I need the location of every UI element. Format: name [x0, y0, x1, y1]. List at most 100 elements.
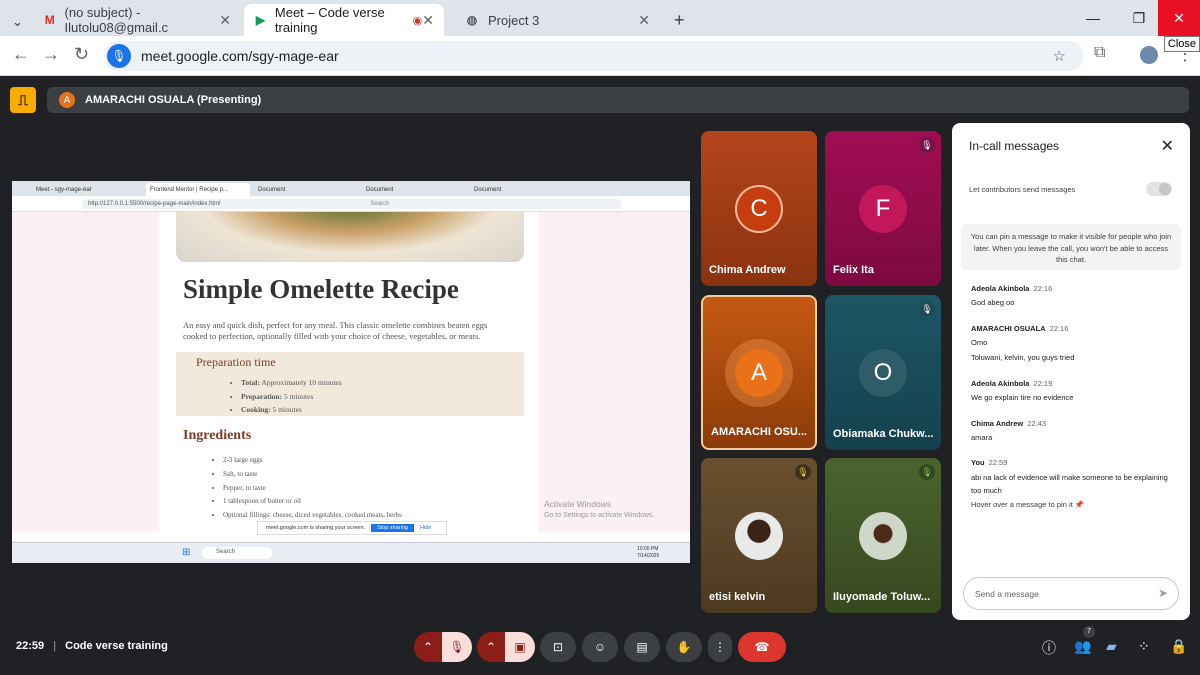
- message-text: God abeg oo: [971, 298, 1015, 307]
- video-options-button[interactable]: ⌃: [477, 632, 505, 662]
- muted-icon: 🎙: [919, 464, 935, 480]
- presenter-avatar: A: [59, 92, 75, 108]
- gmail-icon: M: [44, 13, 55, 27]
- bookmark-star-icon[interactable]: ☆: [1053, 47, 1066, 65]
- reactions-button[interactable]: ☺: [582, 632, 618, 662]
- message-sender: Chima Andrew: [971, 419, 1024, 428]
- leave-call-button[interactable]: ☎: [738, 632, 786, 662]
- extensions-icon[interactable]: ⧉: [1094, 44, 1105, 62]
- chat-message[interactable]: AMARACHI OSUALA 22:16 Omo Toluwani, kelvi…: [971, 324, 1074, 362]
- close-icon[interactable]: ✕: [219, 12, 231, 29]
- tab-search-button[interactable]: ⌄: [2, 6, 32, 38]
- participant-name: Chima Andrew: [709, 264, 786, 276]
- contributors-toggle[interactable]: [1146, 182, 1172, 196]
- shared-tab: Frontend Mentor | Recipe p...: [146, 183, 250, 196]
- prep-item: Cooking: 5 minutes: [241, 403, 342, 417]
- activities-icon[interactable]: ⁘: [1138, 638, 1150, 655]
- shared-address-bar: http://127.0.0.1:5500/recipe-page-main/i…: [12, 196, 690, 212]
- new-tab-button[interactable]: +: [664, 4, 695, 36]
- chat-message[interactable]: Chima Andrew 22:43 amara: [971, 419, 1046, 442]
- minimize-button[interactable]: —: [1070, 0, 1116, 36]
- close-icon[interactable]: ✕: [422, 12, 434, 29]
- shared-screen: Meet - sgy-mage-ear Frontend Mentor | Re…: [12, 181, 690, 563]
- browser-tab-strip: ⌄ M (no subject) - Ilutolu08@gmail.c ✕ ▶…: [0, 0, 1200, 36]
- chat-message[interactable]: You 22:59 abi na lack of evidence will ma…: [971, 458, 1176, 509]
- watermark-subtitle: Go to Settings to activate Windows.: [544, 512, 655, 519]
- recipe-card: Simple Omelette Recipe An easy and quick…: [159, 212, 539, 532]
- participant-photo: [735, 512, 783, 560]
- chevron-up-icon: ⌃: [485, 640, 497, 654]
- shared-tab-strip: Meet - sgy-mage-ear Frontend Mentor | Re…: [12, 181, 690, 196]
- back-icon[interactable]: ←: [12, 44, 30, 65]
- stop-sharing-button: Stop sharing: [371, 524, 414, 532]
- tab-meet[interactable]: ▶ Meet – Code verse training ◉ ✕: [244, 4, 444, 36]
- shared-taskbar: ⊞ Search 10:00 PM 7/14/2025: [12, 542, 690, 563]
- meeting-details-icon[interactable]: ⎍: [10, 87, 36, 113]
- ingredient-item: Salt, to taste: [223, 468, 402, 482]
- raise-hand-button[interactable]: ✋: [666, 632, 702, 662]
- participants-count-badge: 7: [1083, 626, 1095, 638]
- shared-tab-label: Document: [366, 186, 394, 193]
- meet-icon: ▶: [255, 13, 266, 27]
- chevron-down-icon: ⌄: [12, 14, 23, 29]
- recording-icon: ◉: [412, 14, 423, 27]
- captions-button[interactable]: ▤: [624, 632, 660, 662]
- emoji-icon: ☺: [593, 640, 607, 654]
- chat-icon[interactable]: ▰: [1106, 638, 1117, 655]
- participant-avatar: O: [859, 349, 907, 397]
- taskbar-clock: 10:00 PM 7/14/2025: [637, 546, 660, 559]
- forward-icon[interactable]: →: [42, 44, 60, 65]
- message-sender: Adeola Akinbola: [971, 284, 1030, 293]
- tab-label: Meet – Code verse training: [274, 5, 385, 35]
- profile-avatar[interactable]: [1140, 46, 1158, 64]
- watermark-title: Activate Windows: [544, 499, 612, 509]
- restore-button[interactable]: ❐: [1116, 0, 1162, 36]
- more-options-button[interactable]: ⋮: [708, 632, 732, 662]
- reload-icon[interactable]: ↻: [74, 44, 89, 65]
- participant-tile-active-speaker[interactable]: A AMARACHI OSU...: [701, 295, 817, 450]
- more-vert-icon: ⋮: [714, 640, 726, 654]
- close-icon[interactable]: ✕: [638, 12, 650, 29]
- url-input[interactable]: 🎙 meet.google.com/sgy-mage-ear ☆: [104, 41, 1084, 71]
- info-icon[interactable]: ⓘ: [1042, 638, 1056, 658]
- ingredient-item: 1 tablespoon of butter or oil: [223, 495, 402, 509]
- tab-project3[interactable]: ◍ Project 3 ✕: [454, 4, 660, 36]
- chat-message[interactable]: Adeola Akinbola 22:16 God abeg oo: [971, 284, 1052, 307]
- camera-off-button[interactable]: ▣: [505, 632, 535, 662]
- chat-message[interactable]: Adeola Akinbola 22:19 We go explain tire …: [971, 379, 1073, 402]
- present-screen-button[interactable]: ⊡: [540, 632, 576, 662]
- tab-gmail[interactable]: M (no subject) - Ilutolu08@gmail.c ✕: [33, 4, 241, 36]
- microphone-off-button[interactable]: 🎙: [442, 632, 472, 662]
- hand-icon: ✋: [676, 640, 692, 654]
- participant-name: etisi kelvin: [709, 591, 766, 603]
- participant-avatar: A: [735, 349, 783, 397]
- globe-icon: ◍: [466, 13, 478, 27]
- participant-tile[interactable]: 🎙 O Obiamaka Chukw...: [825, 295, 941, 450]
- participant-tile[interactable]: 🎙 etisi kelvin: [701, 458, 817, 613]
- participant-avatar: C: [735, 185, 783, 233]
- close-icon: ✕: [1173, 9, 1185, 26]
- close-icon[interactable]: ✕: [1161, 136, 1174, 156]
- close-window-button[interactable]: ✕: [1158, 0, 1200, 36]
- address-bar: ← → ↻ 🎙 meet.google.com/sgy-mage-ear ☆ ⧉…: [0, 36, 1200, 76]
- people-icon[interactable]: 👥: [1074, 638, 1091, 655]
- meeting-info: 22:59 | Code verse training: [16, 640, 168, 652]
- message-time: 22:19: [1033, 379, 1053, 388]
- message-text: Omo: [971, 338, 988, 347]
- message-time: 22:16: [1049, 324, 1069, 333]
- participant-tile[interactable]: 🎙 Iluyomade Toluw...: [825, 458, 941, 613]
- in-call-messages-panel: In-call messages ✕ Let contributors send…: [952, 123, 1190, 620]
- shared-search-placeholder: Search: [370, 201, 390, 207]
- host-controls-icon[interactable]: 🔒: [1170, 638, 1187, 655]
- message-time: 22:43: [1027, 419, 1047, 428]
- send-icon[interactable]: ➤: [1158, 586, 1168, 600]
- meeting-name: Code verse training: [65, 640, 168, 652]
- send-message-input[interactable]: Send a message ➤: [963, 577, 1179, 610]
- muted-icon: 🎙: [919, 301, 935, 317]
- audio-options-button[interactable]: ⌃: [414, 632, 442, 662]
- participant-tile[interactable]: 🎙 F Felix Ita: [825, 131, 941, 286]
- message-sender: AMARACHI OSUALA: [971, 324, 1046, 333]
- shared-url-text: http://127.0.0.1:5500/recipe-page-main/i…: [88, 201, 221, 207]
- participant-tile[interactable]: C Chima Andrew: [701, 131, 817, 286]
- omelette-image: [176, 212, 524, 262]
